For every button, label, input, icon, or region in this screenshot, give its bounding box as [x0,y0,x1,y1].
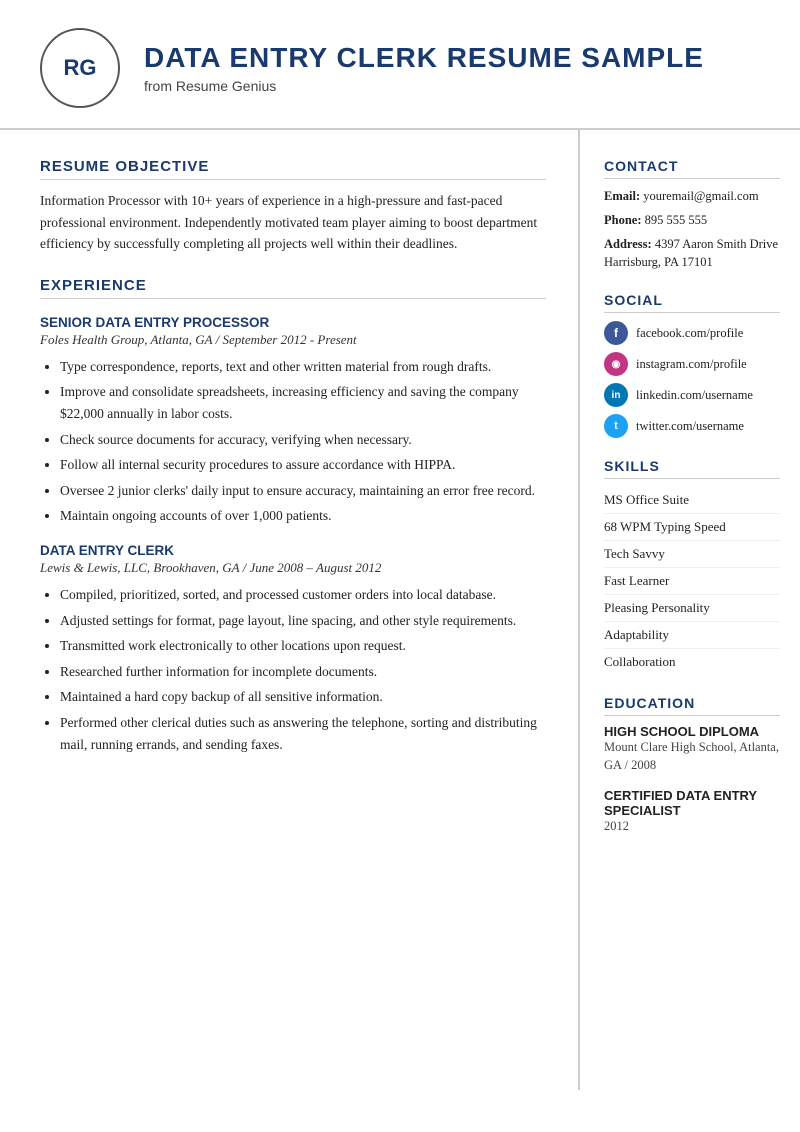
contact-section: CONTACT Email: youremail@gmail.com Phone… [604,158,780,272]
list-item: Oversee 2 junior clerks' daily input to … [60,480,546,502]
instagram-icon: ◉ [604,352,628,376]
edu-1-details: Mount Clare High School, Atlanta, GA / 2… [604,739,780,774]
header-text: DATA ENTRY CLERK RESUME SAMPLE from Resu… [144,42,704,94]
skill-item: Pleasing Personality [604,595,780,622]
job-2-meta: Lewis & Lewis, LLC, Brookhaven, GA / Jun… [40,560,546,576]
experience-title: EXPERIENCE [40,277,546,299]
list-item: Type correspondence, reports, text and o… [60,356,546,378]
objective-section: RESUME OBJECTIVE Information Processor w… [40,158,546,255]
job-2-bullets: Compiled, prioritized, sorted, and proce… [60,584,546,755]
phone-value: 895 555 555 [645,213,708,227]
twitter-icon: t [604,414,628,438]
experience-section: EXPERIENCE SENIOR DATA ENTRY PROCESSOR F… [40,277,546,755]
social-twitter: t twitter.com/username [604,414,780,438]
education-title: EDUCATION [604,695,780,716]
education-section: EDUCATION HIGH SCHOOL DIPLOMA Mount Clar… [604,695,780,836]
facebook-url: facebook.com/profile [636,326,743,341]
list-item: Transmitted work electronically to other… [60,635,546,657]
list-item: Follow all internal security procedures … [60,454,546,476]
contact-address: Address: 4397 Aaron Smith Drive Harrisbu… [604,235,780,273]
list-item: Adjusted settings for format, page layou… [60,610,546,632]
edu-1-degree: HIGH SCHOOL DIPLOMA [604,724,780,739]
avatar-initials: RG [64,55,97,81]
job-1-title: SENIOR DATA ENTRY PROCESSOR [40,315,546,330]
main-layout: RESUME OBJECTIVE Information Processor w… [0,130,800,1090]
linkedin-url: linkedin.com/username [636,388,753,403]
linkedin-icon: in [604,383,628,407]
social-title: SOCIAL [604,292,780,313]
skill-item: 68 WPM Typing Speed [604,514,780,541]
email-value: youremail@gmail.com [643,189,758,203]
job-1: SENIOR DATA ENTRY PROCESSOR Foles Health… [40,315,546,527]
resume-title: DATA ENTRY CLERK RESUME SAMPLE [144,42,704,74]
skill-item: Adaptability [604,622,780,649]
contact-email: Email: youremail@gmail.com [604,187,780,206]
social-linkedin: in linkedin.com/username [604,383,780,407]
list-item: Maintain ongoing accounts of over 1,000 … [60,505,546,527]
list-item: Performed other clerical duties such as … [60,712,546,755]
job-1-meta: Foles Health Group, Atlanta, GA / Septem… [40,332,546,348]
list-item: Compiled, prioritized, sorted, and proce… [60,584,546,606]
job-1-bullets: Type correspondence, reports, text and o… [60,356,546,527]
objective-text: Information Processor with 10+ years of … [40,190,546,255]
list-item: Researched further information for incom… [60,661,546,683]
resume-header: RG DATA ENTRY CLERK RESUME SAMPLE from R… [0,0,800,130]
contact-phone: Phone: 895 555 555 [604,211,780,230]
skill-item: Tech Savvy [604,541,780,568]
resume-subtitle: from Resume Genius [144,78,704,94]
skills-section: SKILLS MS Office Suite 68 WPM Typing Spe… [604,458,780,675]
email-label: Email: [604,189,640,203]
social-section: SOCIAL f facebook.com/profile ◉ instagra… [604,292,780,438]
skills-title: SKILLS [604,458,780,479]
edu-item-1: HIGH SCHOOL DIPLOMA Mount Clare High Sch… [604,724,780,774]
social-facebook: f facebook.com/profile [604,321,780,345]
skill-item: Fast Learner [604,568,780,595]
facebook-icon: f [604,321,628,345]
edu-item-2: CERTIFIED DATA ENTRY SPECIALIST 2012 [604,788,780,836]
phone-label: Phone: [604,213,642,227]
edu-2-details: 2012 [604,818,780,836]
objective-title: RESUME OBJECTIVE [40,158,546,180]
edu-2-degree: CERTIFIED DATA ENTRY SPECIALIST [604,788,780,818]
left-column: RESUME OBJECTIVE Information Processor w… [0,130,580,1090]
job-2-title: DATA ENTRY CLERK [40,543,546,558]
list-item: Check source documents for accuracy, ver… [60,429,546,451]
skill-item: MS Office Suite [604,487,780,514]
job-2: DATA ENTRY CLERK Lewis & Lewis, LLC, Bro… [40,543,546,755]
list-item: Maintained a hard copy backup of all sen… [60,686,546,708]
list-item: Improve and consolidate spreadsheets, in… [60,381,546,424]
instagram-url: instagram.com/profile [636,357,747,372]
contact-title: CONTACT [604,158,780,179]
address-label: Address: [604,237,652,251]
skill-item: Collaboration [604,649,780,675]
social-instagram: ◉ instagram.com/profile [604,352,780,376]
twitter-url: twitter.com/username [636,419,744,434]
right-column: CONTACT Email: youremail@gmail.com Phone… [580,130,800,1090]
avatar: RG [40,28,120,108]
